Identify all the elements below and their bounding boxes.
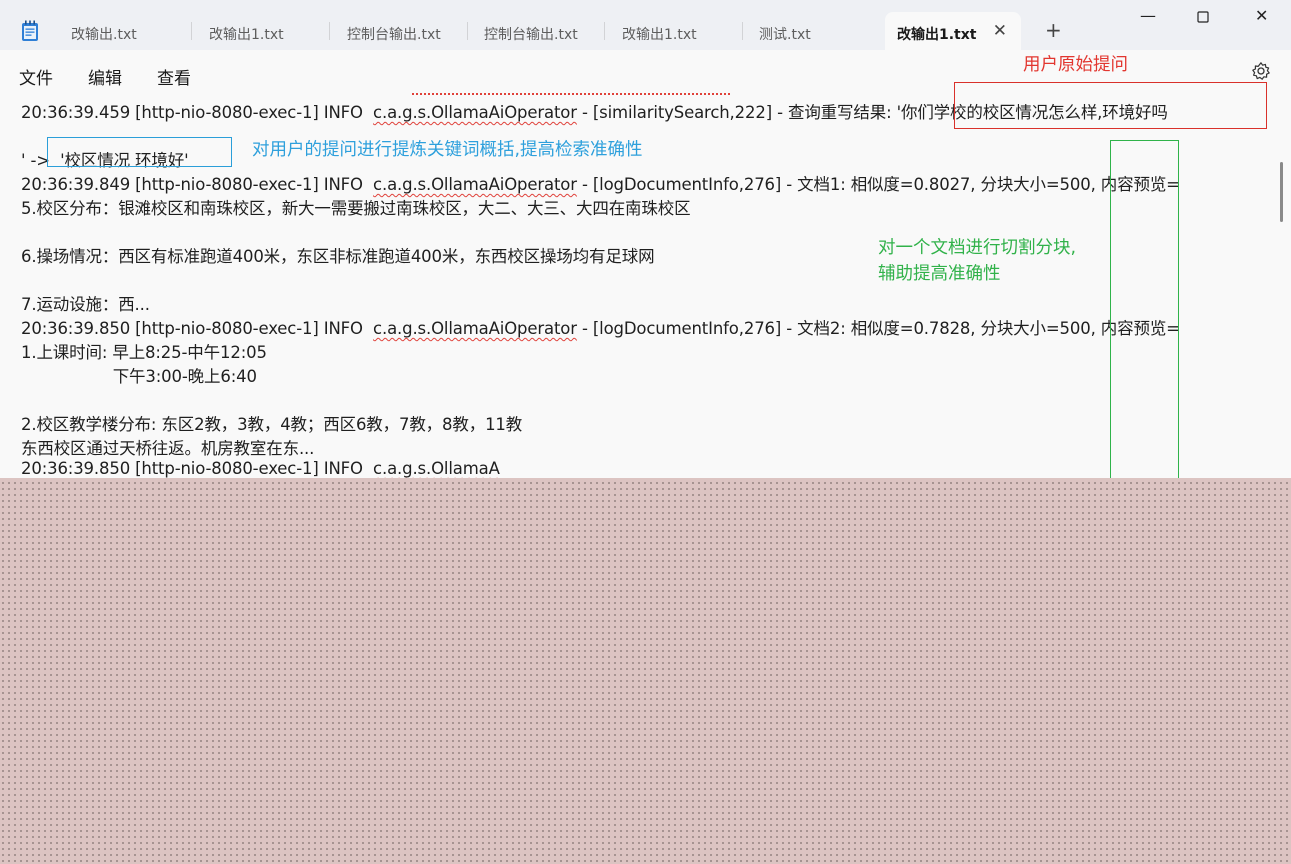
- text-line: 20:36:39.850 [http-nio-8080-exec-1] INFO…: [21, 459, 500, 478]
- text-line: 东西校区通过天桥往返。机房教室在东...: [21, 439, 315, 458]
- tab-separator: [604, 22, 605, 40]
- menu-view[interactable]: 查看: [157, 64, 191, 89]
- tab-file-3[interactable]: 控制台输出.txt: [331, 12, 468, 50]
- annotation-box-blue: [47, 137, 232, 167]
- tab-close-icon[interactable]: ✕: [993, 21, 1007, 41]
- tab-label: 改输出1.txt: [622, 27, 697, 43]
- tab-label: 测试.txt: [759, 27, 811, 43]
- annotation-label-blue: 对用户的提问进行提炼关键词概括,提高检索准确性: [252, 140, 643, 160]
- text-line: 下午3:00-晚上6:40: [21, 367, 257, 386]
- notepad-window: 改输出.txt 改输出1.txt 控制台输出.txt 控制台输出.txt 改输出…: [0, 0, 1291, 478]
- annotation-box-green: [1110, 140, 1179, 478]
- annotation-label-green: 对一个文档进行切割分块, 辅助提高准确性: [878, 235, 1076, 287]
- tab-separator: [191, 22, 192, 40]
- text-line: 2.校区教学楼分布: 东区2教，3教，4教；西区6教，7教，8教，11教: [21, 415, 523, 434]
- tab-file-2[interactable]: 改输出1.txt: [193, 12, 330, 50]
- tab-label: 改输出1.txt: [209, 27, 284, 43]
- tab-separator: [329, 22, 330, 40]
- tab-bar: 改输出.txt 改输出1.txt 控制台输出.txt 控制台输出.txt 改输出…: [0, 0, 1291, 50]
- maximize-icon: [1197, 11, 1209, 23]
- text-line: 20:36:39.850 [http-nio-8080-exec-1] INFO…: [21, 319, 1180, 338]
- tab-label: 改输出1.txt: [897, 27, 977, 43]
- minimize-button[interactable]: —: [1140, 6, 1156, 25]
- text-line: 7.运动设施：西...: [21, 295, 150, 314]
- tab-file-4[interactable]: 控制台输出.txt: [468, 12, 605, 50]
- menu-edit[interactable]: 编辑: [88, 64, 122, 89]
- annotation-green-line: 对一个文档进行切割分块,: [878, 238, 1077, 258]
- tab-file-active[interactable]: 改输出1.txt ✕: [885, 12, 1021, 50]
- tab-file-6[interactable]: 测试.txt: [743, 12, 880, 50]
- text-line: 5.校区分布：银滩校区和南珠校区，新大一需要搬过南珠校区，大二、大三、大四在南珠…: [21, 199, 691, 218]
- window-close-button[interactable]: ✕: [1255, 6, 1268, 25]
- notepad-icon: [22, 20, 38, 41]
- spellcheck-underline: [412, 89, 730, 95]
- tab-file-5[interactable]: 改输出1.txt: [606, 12, 743, 50]
- vertical-scrollbar[interactable]: [1280, 162, 1283, 222]
- text-line: 1.上课时间: 早上8:25-中午12:05: [21, 343, 267, 362]
- gear-icon[interactable]: [1251, 61, 1271, 81]
- annotation-green-line: 辅助提高准确性: [878, 264, 1001, 284]
- annotation-box-red: [954, 82, 1267, 129]
- tab-label: 控制台输出.txt: [484, 27, 578, 43]
- maximize-button[interactable]: [1197, 8, 1209, 27]
- new-tab-button[interactable]: +: [1045, 18, 1062, 42]
- tab-label: 改输出.txt: [71, 27, 137, 43]
- annotation-label-red: 用户原始提问: [1023, 55, 1128, 75]
- menu-file[interactable]: 文件: [19, 64, 53, 89]
- tab-label: 控制台输出.txt: [347, 27, 441, 43]
- text-line: 20:36:39.849 [http-nio-8080-exec-1] INFO…: [21, 175, 1180, 194]
- page-background: [0, 478, 1291, 864]
- text-line: 6.操场情况：西区有标准跑道400米，东区非标准跑道400米，东西校区操场均有足…: [21, 247, 655, 266]
- tab-file-1[interactable]: 改输出.txt: [55, 12, 192, 50]
